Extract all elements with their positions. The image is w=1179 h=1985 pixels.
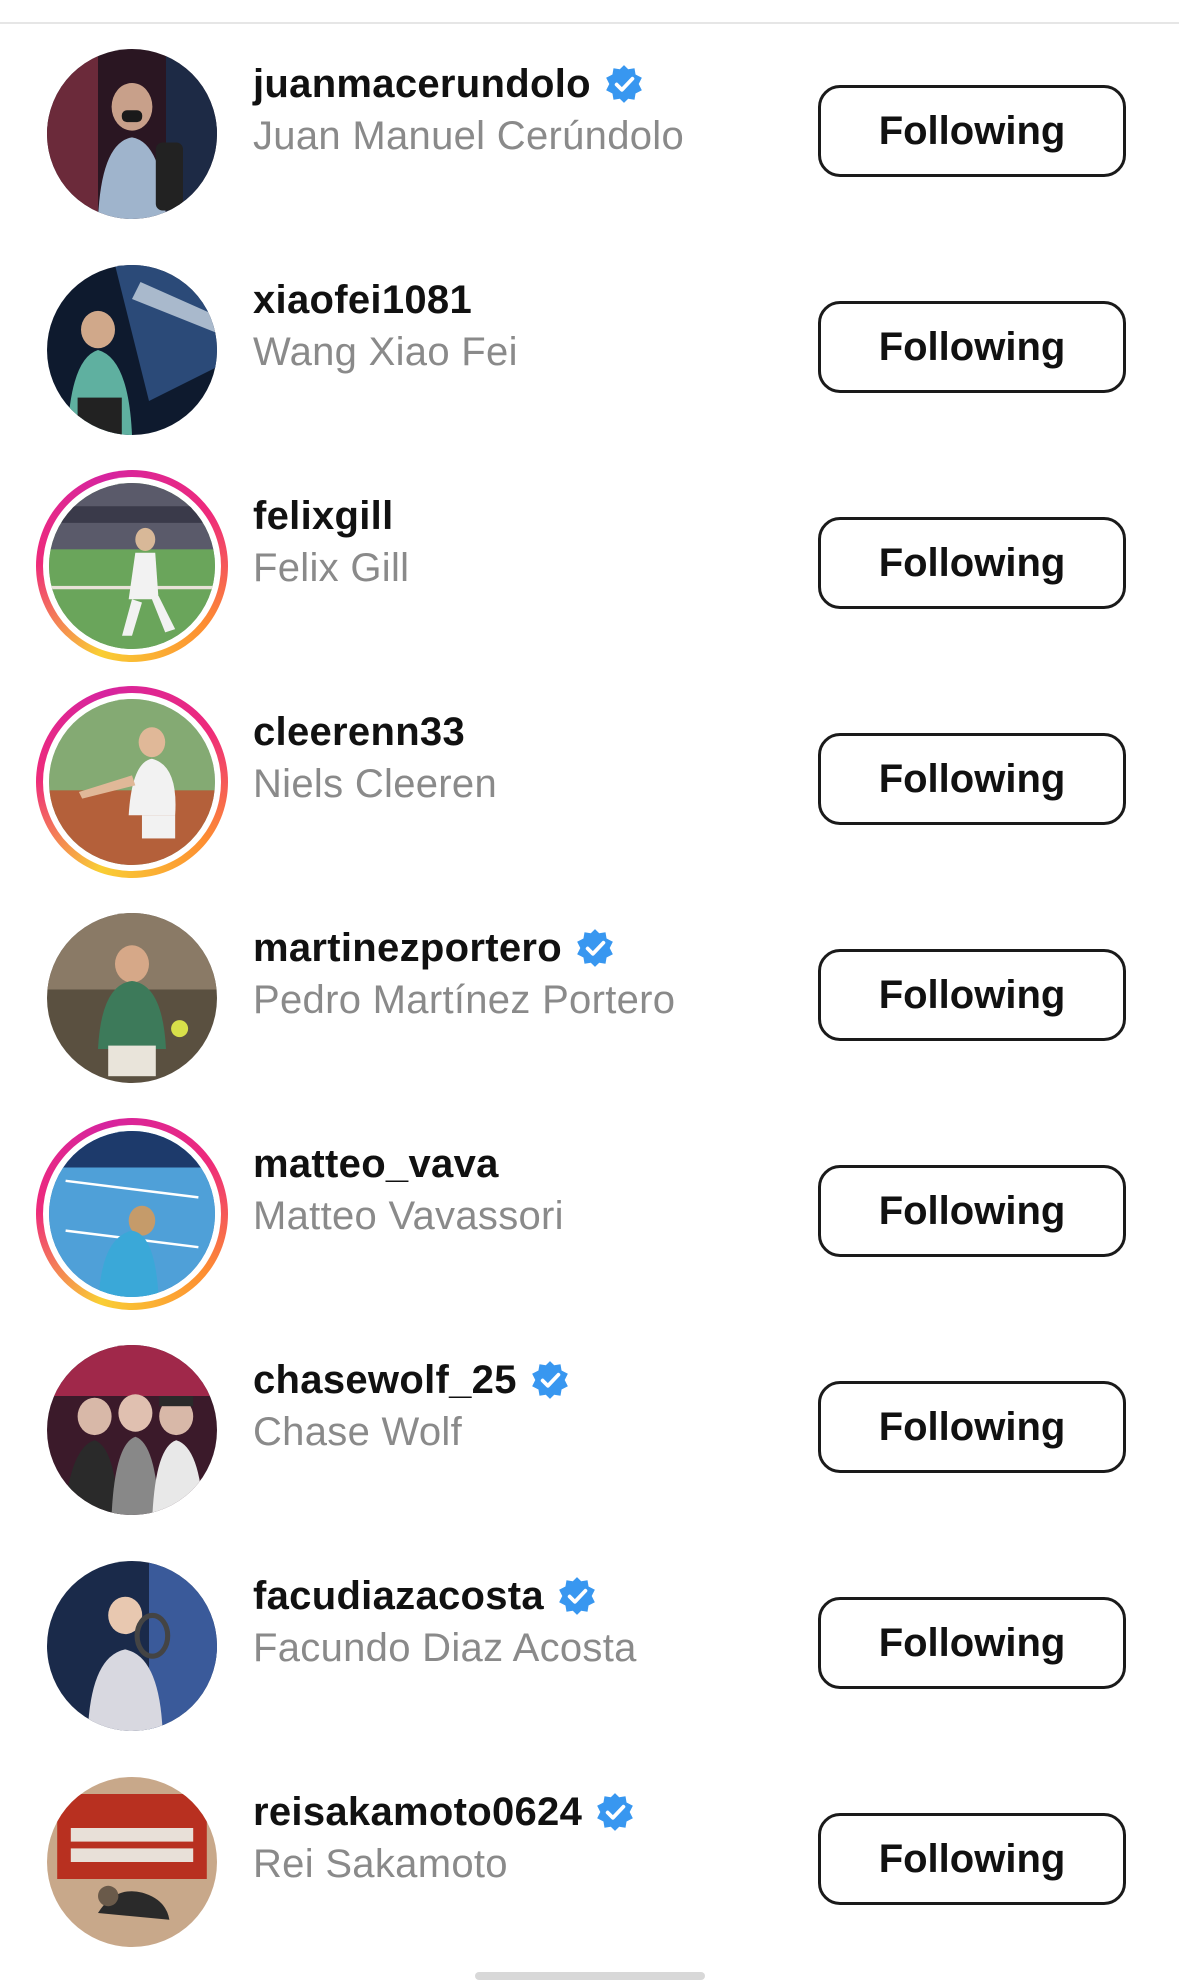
home-indicator — [475, 1972, 705, 1980]
profile-photo — [47, 265, 217, 435]
verified-badge-icon — [559, 1577, 595, 1615]
following-button[interactable]: Following — [818, 1813, 1126, 1905]
full-name: Facundo Diaz Acosta — [253, 1626, 637, 1670]
username[interactable]: martinezportero — [253, 926, 562, 971]
avatar[interactable] — [36, 902, 228, 1094]
verified-badge-icon — [597, 1793, 634, 1831]
list-item[interactable]: martinezportero Pedro Martínez Portero F… — [0, 864, 1179, 1083]
profile-photo — [49, 1131, 215, 1297]
list-item[interactable]: matteo_vava Matteo Vavassori Following — [0, 1080, 1179, 1310]
list-item[interactable]: cleerenn33 Niels Cleeren Following — [0, 648, 1179, 878]
username[interactable]: juanmacerundolo — [253, 62, 591, 107]
profile-photo — [47, 49, 217, 219]
username[interactable]: cleerenn33 — [253, 710, 465, 755]
following-button[interactable]: Following — [818, 1381, 1126, 1473]
profile-photo — [47, 1777, 217, 1947]
following-list: juanmacerundolo Juan Manuel Cerúndolo Fo… — [0, 0, 1179, 1985]
username[interactable]: chasewolf_25 — [253, 1358, 517, 1403]
full-name: Pedro Martínez Portero — [253, 978, 676, 1022]
avatar-story-ring[interactable] — [36, 1118, 228, 1310]
verified-badge-icon — [606, 65, 642, 103]
following-button[interactable]: Following — [818, 301, 1126, 393]
username[interactable]: xiaofei1081 — [253, 278, 472, 323]
following-button[interactable]: Following — [818, 1165, 1126, 1257]
profile-photo — [47, 1561, 217, 1731]
avatar-story-ring[interactable] — [36, 686, 228, 878]
profile-photo — [47, 1345, 217, 1515]
full-name: Felix Gill — [253, 546, 410, 590]
list-item[interactable]: facudiazacosta Facundo Diaz Acosta Follo… — [0, 1512, 1179, 1731]
following-button[interactable]: Following — [818, 733, 1126, 825]
list-item[interactable]: felixgill Felix Gill Following — [0, 432, 1179, 662]
full-name: Chase Wolf — [253, 1410, 463, 1454]
profile-photo — [47, 913, 217, 1083]
username[interactable]: felixgill — [253, 494, 394, 539]
avatar[interactable] — [36, 1550, 228, 1742]
profile-photo — [49, 483, 215, 649]
avatar-story-ring[interactable] — [36, 470, 228, 662]
verified-badge-icon — [577, 929, 613, 967]
profile-photo — [49, 699, 215, 865]
full-name: Niels Cleeren — [253, 762, 497, 806]
full-name: Matteo Vavassori — [253, 1194, 564, 1238]
following-button[interactable]: Following — [818, 1597, 1126, 1689]
username[interactable]: matteo_vava — [253, 1142, 499, 1187]
following-button[interactable]: Following — [818, 517, 1126, 609]
avatar[interactable] — [36, 254, 228, 446]
list-item[interactable]: juanmacerundolo Juan Manuel Cerúndolo Fo… — [0, 0, 1179, 219]
username[interactable]: reisakamoto0624 — [253, 1790, 582, 1835]
avatar[interactable] — [36, 1334, 228, 1526]
list-item[interactable]: reisakamoto0624 Rei Sakamoto Following — [0, 1728, 1179, 1947]
avatar[interactable] — [36, 38, 228, 230]
full-name: Juan Manuel Cerúndolo — [253, 114, 685, 158]
list-item[interactable]: xiaofei1081 Wang Xiao Fei Following — [0, 216, 1179, 435]
avatar[interactable] — [36, 1766, 228, 1958]
following-button[interactable]: Following — [818, 949, 1126, 1041]
list-item[interactable]: chasewolf_25 Chase Wolf Following — [0, 1296, 1179, 1515]
full-name: Rei Sakamoto — [253, 1842, 508, 1886]
following-button[interactable]: Following — [818, 85, 1126, 177]
full-name: Wang Xiao Fei — [253, 330, 518, 374]
username[interactable]: facudiazacosta — [253, 1574, 544, 1619]
verified-badge-icon — [531, 1361, 568, 1399]
